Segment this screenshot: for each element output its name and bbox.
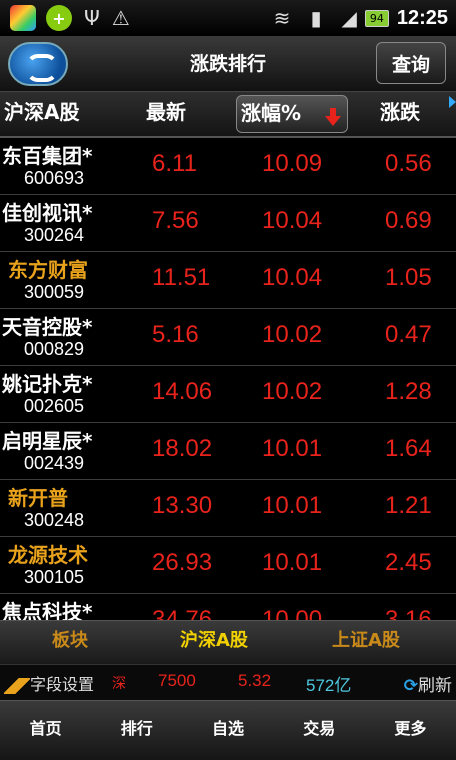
nav-ranking[interactable]: 排行	[91, 701, 182, 760]
no-signal-icon: ◢	[341, 6, 357, 30]
column-change[interactable]: 涨跌	[380, 92, 420, 136]
stock-code: 300248	[24, 510, 85, 530]
battery-icon: 94	[364, 9, 389, 27]
stock-name: 天音控股*	[2, 315, 93, 339]
stock-change: 2.45	[385, 549, 432, 576]
status-bar: + Ψ ⚠ ≋ ▮ ◢ 94 12:25	[0, 0, 456, 36]
stock-change: 3.16	[385, 606, 432, 620]
stock-last-price: 18.02	[152, 435, 213, 462]
stock-row[interactable]: 天音控股* 000829 5.16 10.02 0.47	[0, 309, 456, 366]
bottom-nav: 首页 排行 自选 交易 更多	[0, 700, 456, 760]
index-value: 7500	[158, 671, 196, 690]
nav-watchlist[interactable]: 自选	[182, 701, 273, 760]
stock-change: 1.05	[385, 264, 432, 291]
column-market[interactable]: 沪深A股	[4, 92, 79, 136]
stock-change: 1.64	[385, 435, 432, 462]
sort-down-icon	[325, 108, 341, 126]
pencil-icon	[4, 677, 30, 694]
index-market: 深	[112, 676, 126, 692]
stock-last-price: 5.16	[152, 321, 199, 348]
stock-percent-change: 10.04	[262, 207, 323, 234]
nav-more[interactable]: 更多	[365, 701, 456, 760]
query-button[interactable]: 查询	[376, 42, 446, 84]
stock-percent-change: 10.02	[262, 321, 323, 348]
stock-percent-change: 10.01	[262, 549, 323, 576]
stock-code: 002605	[24, 396, 85, 416]
stock-name: 启明星辰*	[2, 429, 93, 453]
stock-last-price: 34.76	[152, 606, 213, 620]
stock-percent-change: 10.00	[262, 606, 323, 620]
stock-row[interactable]: 启明星辰* 002439 18.02 10.01 1.64	[0, 423, 456, 480]
stock-change: 0.47	[385, 321, 432, 348]
warning-icon: ⚠	[111, 6, 130, 30]
stock-row[interactable]: 新开普 300248 13.30 10.01 1.21	[0, 480, 456, 537]
stock-last-price: 14.06	[152, 378, 213, 405]
stock-name: 佳创视讯*	[2, 201, 93, 225]
status-right: ≋ ▮ ◢ 94 12:25	[262, 0, 448, 36]
stock-percent-change: 10.01	[262, 435, 323, 462]
stock-last-price: 7.56	[152, 207, 199, 234]
stock-row[interactable]: 东方财富 300059 11.51 10.04 1.05	[0, 252, 456, 309]
stock-code: 300105	[24, 567, 85, 587]
refresh-button[interactable]: ⟳刷新	[404, 671, 452, 696]
stock-name: 东方财富	[8, 258, 88, 282]
plus-app-icon: +	[46, 5, 72, 31]
stock-row[interactable]: 东百集团* 600693 6.11 10.09 0.56	[0, 138, 456, 195]
stock-percent-change: 10.02	[262, 378, 323, 405]
stock-change: 0.69	[385, 207, 432, 234]
stock-code: 002439	[24, 453, 85, 473]
nav-home[interactable]: 首页	[0, 701, 91, 760]
stock-name: 姚记扑克*	[2, 372, 93, 396]
wifi-icon: ≋	[273, 6, 291, 30]
stock-code: 300059	[24, 282, 85, 302]
stock-row[interactable]: 姚记扑克* 002605 14.06 10.02 1.28	[0, 366, 456, 423]
stock-last-price: 11.51	[152, 264, 211, 291]
info-bar: 字段设置 深 7500 5.32 572亿 ⟳刷新	[0, 664, 456, 700]
tab-sector[interactable]: 板块	[52, 621, 88, 665]
column-percent-label: 涨幅%	[241, 101, 302, 125]
stock-percent-change: 10.04	[262, 264, 323, 291]
stock-change: 1.21	[385, 492, 432, 519]
stock-change: 0.56	[385, 150, 432, 177]
stock-list[interactable]: 东百集团* 600693 6.11 10.09 0.56 佳创视讯* 300264 7.56 1…	[0, 138, 456, 620]
stock-name: 龙源技术	[8, 543, 88, 567]
tab-shenzhen-shanghai-a[interactable]: 沪深A股	[180, 621, 248, 665]
stock-last-price: 13.30	[152, 492, 213, 519]
column-last-price[interactable]: 最新	[146, 92, 186, 136]
stock-row[interactable]: 焦点科技* 34.76 10.00 3.16	[0, 594, 456, 620]
stock-change: 1.28	[385, 378, 432, 405]
app-launcher-icon	[10, 5, 36, 31]
sd-card-icon: ▮	[310, 6, 322, 30]
refresh-icon: ⟳	[403, 676, 418, 696]
stock-code: 300264	[24, 225, 85, 245]
stock-last-price: 6.11	[152, 150, 197, 177]
stock-percent-change: 10.01	[262, 492, 323, 519]
market-tabs: 板块 沪深A股 上证A股	[0, 620, 456, 664]
tab-shanghai-a[interactable]: 上证A股	[332, 621, 400, 665]
scroll-right-icon[interactable]	[449, 96, 456, 108]
field-settings-button[interactable]: 字段设置	[4, 671, 94, 695]
stock-code: 000829	[24, 339, 85, 359]
stock-name: 东百集团*	[2, 144, 93, 168]
stock-name: 新开普	[8, 486, 68, 510]
stock-name: 焦点科技*	[2, 600, 93, 620]
column-header: 沪深A股 最新 涨幅% 涨跌	[0, 92, 456, 138]
field-settings-label: 字段设置	[30, 675, 95, 694]
usb-icon: Ψ	[84, 6, 100, 30]
stock-percent-change: 10.09	[262, 150, 323, 177]
index-volume: 572亿	[306, 676, 352, 695]
stock-row[interactable]: 龙源技术 300105 26.93 10.01 2.45	[0, 537, 456, 594]
refresh-label: 刷新	[418, 676, 452, 696]
stock-last-price: 26.93	[152, 549, 213, 576]
clock: 12:25	[396, 6, 448, 29]
column-percent-sorted[interactable]: 涨幅%	[236, 95, 348, 133]
stock-row[interactable]: 佳创视讯* 300264 7.56 10.04 0.69	[0, 195, 456, 252]
index-change: 5.32	[238, 671, 272, 690]
nav-trade[interactable]: 交易	[274, 701, 365, 760]
title-bar: 涨跌排行 查询	[0, 36, 456, 92]
stock-code: 600693	[24, 168, 85, 188]
